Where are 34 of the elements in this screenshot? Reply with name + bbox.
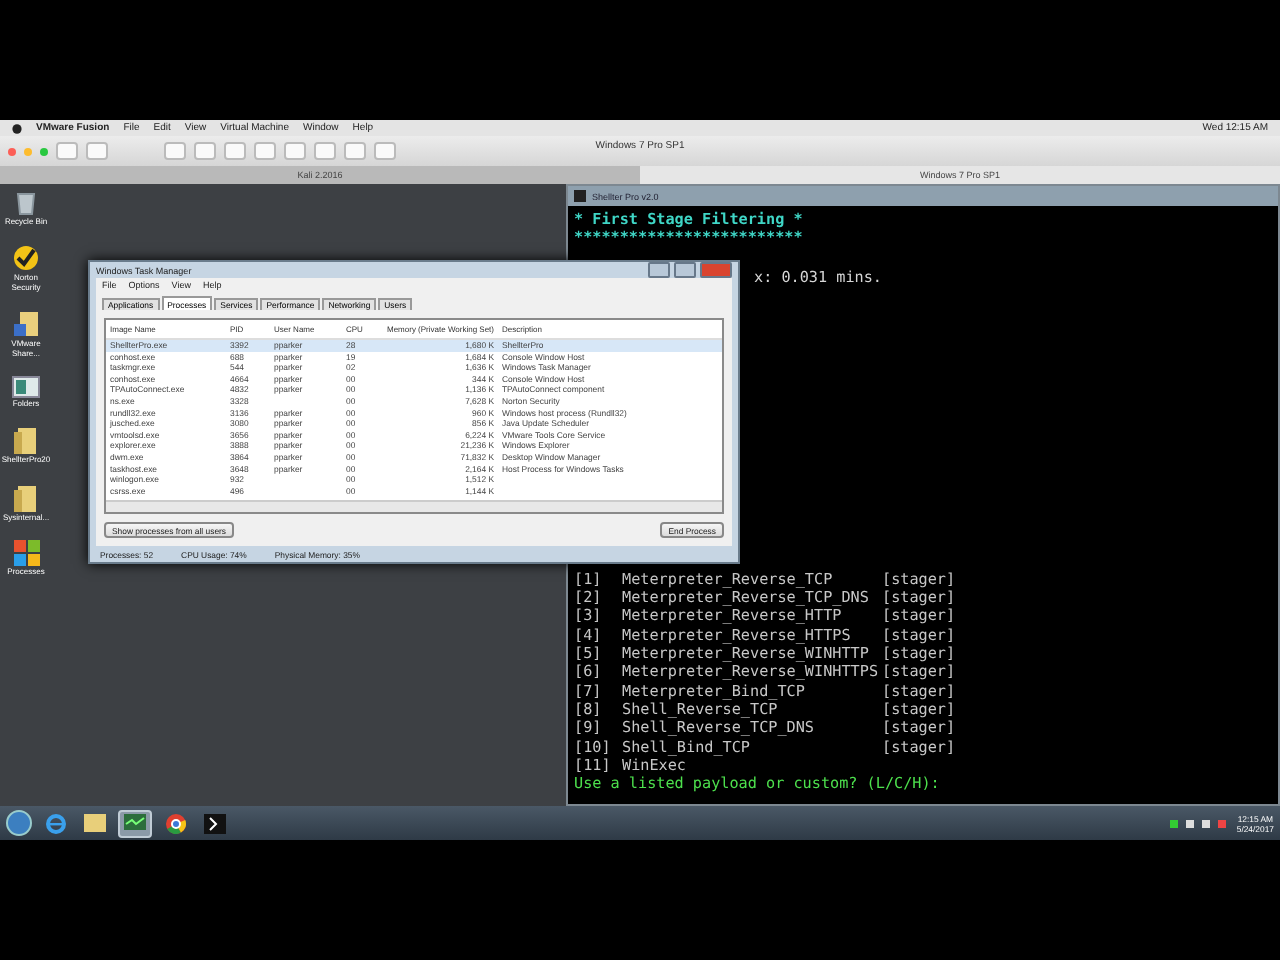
maximize-button[interactable] xyxy=(674,262,696,278)
snapshot-button[interactable] xyxy=(86,142,108,160)
start-button[interactable] xyxy=(6,810,32,836)
shared-folder-icon xyxy=(12,310,40,339)
toolbar-button[interactable] xyxy=(374,142,396,160)
chrome-ball-icon xyxy=(165,813,185,833)
toolbar-button[interactable] xyxy=(164,142,186,160)
window-icon xyxy=(12,375,40,398)
toolbar-button[interactable] xyxy=(224,142,246,160)
minimize-button[interactable] xyxy=(24,147,32,155)
taskbar-button[interactable] xyxy=(78,809,112,837)
toolbar-button[interactable] xyxy=(254,142,276,160)
monitor-icon xyxy=(124,814,146,832)
windows-logo-icon xyxy=(13,540,39,567)
taskbar-button[interactable] xyxy=(198,809,232,837)
close-button[interactable] xyxy=(700,262,732,278)
checkmark-badge-icon xyxy=(12,244,40,273)
browser-e-icon xyxy=(45,813,65,833)
recycle-bin-icon xyxy=(14,188,38,216)
folder-icon xyxy=(84,814,106,832)
folder-icon xyxy=(14,483,38,512)
toolbar-button[interactable] xyxy=(194,142,216,160)
zoom-button[interactable] xyxy=(40,147,48,155)
close-button[interactable] xyxy=(8,147,16,155)
scrollbar[interactable] xyxy=(106,500,722,512)
folder-icon xyxy=(14,426,38,455)
minimize-button[interactable] xyxy=(648,262,670,278)
toolbar-button[interactable] xyxy=(284,142,306,160)
apple-icon xyxy=(12,122,22,134)
toolbar-button[interactable] xyxy=(314,142,336,160)
toolbar-button[interactable] xyxy=(344,142,366,160)
terminal-icon xyxy=(204,813,226,833)
pause-button[interactable] xyxy=(56,142,78,160)
terminal-icon xyxy=(574,190,586,202)
